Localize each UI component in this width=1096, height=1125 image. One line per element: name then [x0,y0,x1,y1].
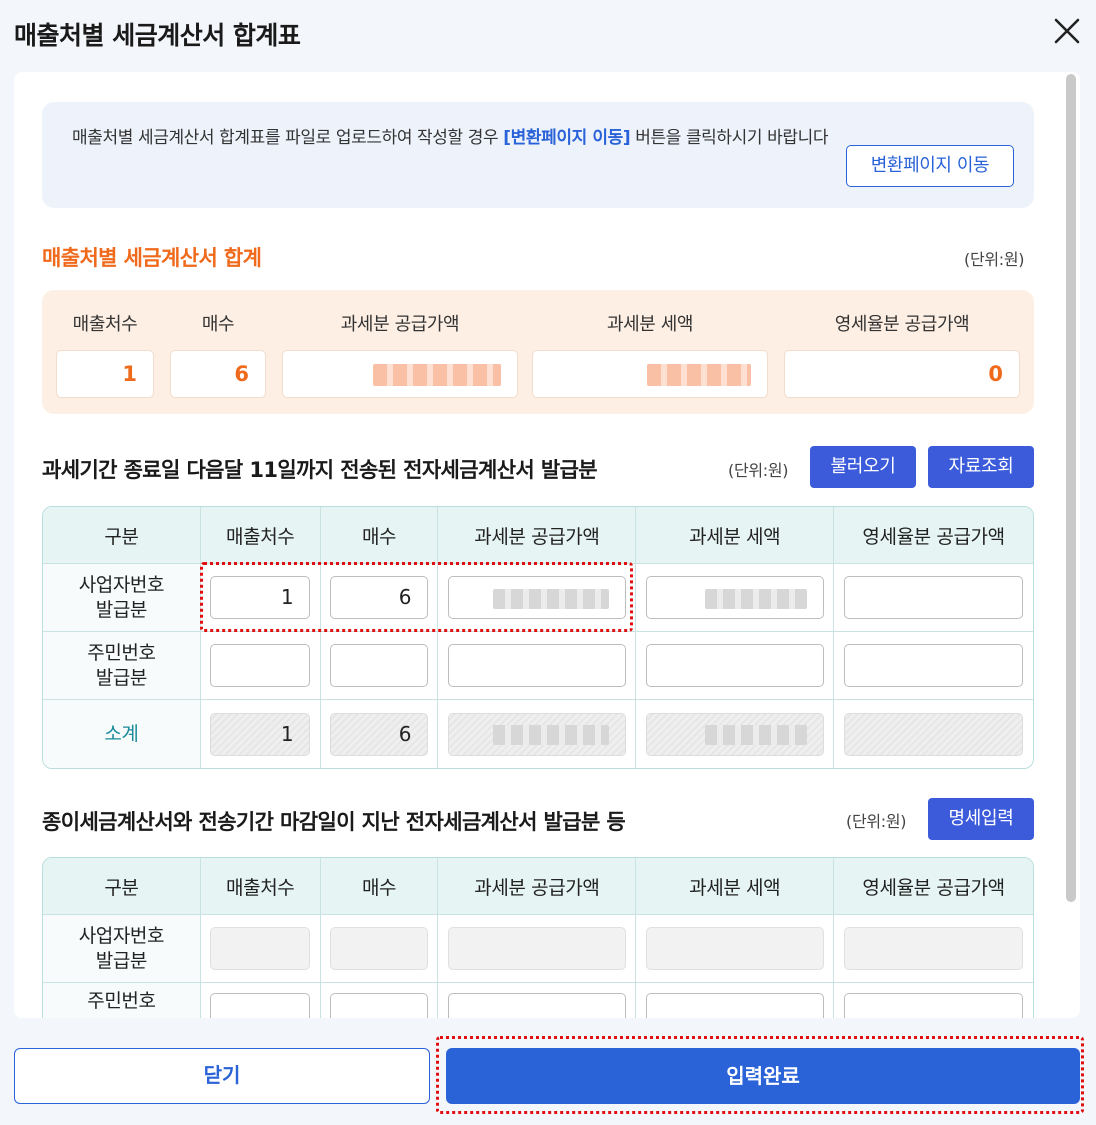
summary-label-tax: 과세분 세액 [606,314,694,335]
scrollbar[interactable] [1066,74,1076,902]
load-button[interactable]: 불러오기 [810,446,916,488]
notice-highlight: [변환페이지 이동] [503,128,631,148]
header-count: 매출처수 [200,858,321,915]
paper-business-sheets-field [330,927,429,970]
upload-notice: 매출처별 세금계산서 합계표를 파일로 업로드하여 작성할 경우 [변환페이지 … [42,102,1034,208]
close-icon[interactable] [1050,14,1084,48]
table-header-row: 구분 매출처수 매수 과세분 공급가액 과세분 세액 영세율분 공급가액 [43,507,1033,564]
redacted-value [492,725,609,745]
resident-supply-input[interactable] [447,644,626,687]
table-row: 주민번호 [43,983,1033,1018]
business-tax-input[interactable] [645,576,824,619]
notice-text: 매출처별 세금계산서 합계표를 파일로 업로드하여 작성할 경우 [변환페이지 … [72,128,829,148]
query-button[interactable]: 자료조회 [928,446,1034,488]
paper-resident-zero-rate-input[interactable] [844,993,1024,1018]
table-row: 사업자번호 발급분 [43,915,1033,983]
header-tax: 과세분 세액 [636,858,835,915]
table-row: 주민번호 발급분 [43,632,1033,700]
section2-title: 종이세금계산서와 전송기간 마감일이 지난 전자세금계산서 발급분 등 [42,810,626,834]
redacted-value [704,588,807,609]
summary-label-count: 매출처수 [72,314,138,335]
redacted-value [492,588,609,609]
summary-label-sheets: 매수 [201,314,235,335]
business-zero-rate-input[interactable] [844,576,1024,619]
summary-box: 매출처수 매수 과세분 공급가액 과세분 세액 영세율분 공급가액 1 6 0 [42,290,1034,414]
header-zero-rate: 영세율분 공급가액 [834,858,1033,915]
header-supply: 과세분 공급가액 [438,858,637,915]
summary-count-field: 1 [56,350,154,398]
subtotal-tax-field [645,712,824,756]
paper-business-supply-field [447,927,626,970]
paper-business-tax-field [645,927,824,970]
section2-table: 구분 매출처수 매수 과세분 공급가액 과세분 세액 영세율분 공급가액 사업자… [42,857,1034,1018]
redacted-value [373,364,501,386]
summary-label-supply: 과세분 공급가액 [340,314,460,335]
table-row: 소계 1 6 [43,700,1033,768]
section1-unit: (단위:원) [728,461,789,480]
resident-tax-input[interactable] [645,644,824,687]
resident-sheets-input[interactable] [330,644,429,687]
subtotal-count-field: 1 [210,712,311,756]
paper-resident-supply-input[interactable] [447,993,626,1018]
header-sheets: 매수 [320,858,439,915]
table-header-row: 구분 매출처수 매수 과세분 공급가액 과세분 세액 영세율분 공급가액 [43,858,1033,915]
redacted-value [704,725,807,745]
section2-unit: (단위:원) [846,812,907,831]
header-supply: 과세분 공급가액 [438,507,637,564]
resident-zero-rate-input[interactable] [844,644,1024,687]
paper-resident-count-input[interactable] [210,993,311,1018]
subtotal-supply-field [447,712,626,756]
business-supply-input[interactable] [447,576,626,619]
row-label-business: 사업자번호 발급분 [43,564,201,632]
table-row: 사업자번호 발급분 1 6 [43,564,1033,632]
convert-page-button[interactable]: 변환페이지 이동 [846,145,1014,187]
paper-business-count-field [210,927,311,970]
summary-supply-field [282,350,518,398]
business-count-input[interactable]: 1 [210,576,311,619]
section1-title: 과세기간 종료일 다음달 11일까지 전송된 전자세금계산서 발급분 [42,458,598,482]
dialog-title-bar: 매출처별 세금계산서 합계표 [0,0,1096,68]
paper-business-zero-rate-field [844,927,1024,970]
header-category: 구분 [43,858,201,915]
subtotal-sheets-field: 6 [330,712,429,756]
row-label-resident: 주민번호 [43,983,201,1018]
close-button[interactable]: 닫기 [14,1048,430,1104]
dialog-body[interactable]: 매출처별 세금계산서 합계표를 파일로 업로드하여 작성할 경우 [변환페이지 … [14,72,1080,1018]
resident-count-input[interactable] [210,644,311,687]
summary-tax-field [532,350,768,398]
summary-sheets-field: 6 [170,350,266,398]
summary-unit: (단위:원) [964,250,1025,269]
header-sheets: 매수 [320,507,439,564]
summary-zero-rate-field: 0 [784,350,1020,398]
header-category: 구분 [43,507,201,564]
row-label-resident: 주민번호 발급분 [43,632,201,700]
submit-button[interactable]: 입력완료 [446,1048,1080,1104]
summary-label-zero-rate: 영세율분 공급가액 [834,314,970,335]
detail-input-button[interactable]: 명세입력 [928,798,1034,840]
header-count: 매출처수 [200,507,321,564]
paper-resident-tax-input[interactable] [645,993,824,1018]
row-label-subtotal: 소계 [43,700,201,768]
dialog-title: 매출처별 세금계산서 합계표 [14,21,301,50]
header-tax: 과세분 세액 [636,507,835,564]
section1-table: 구분 매출처수 매수 과세분 공급가액 과세분 세액 영세율분 공급가액 사업자… [42,506,1034,769]
subtotal-zero-rate-field [844,712,1024,756]
row-label-business: 사업자번호 발급분 [43,915,201,983]
paper-resident-sheets-input[interactable] [330,993,429,1018]
business-sheets-input[interactable]: 6 [330,576,429,619]
redacted-value [647,364,751,386]
summary-title: 매출처별 세금계산서 합계 [42,246,262,270]
header-zero-rate: 영세율분 공급가액 [834,507,1033,564]
